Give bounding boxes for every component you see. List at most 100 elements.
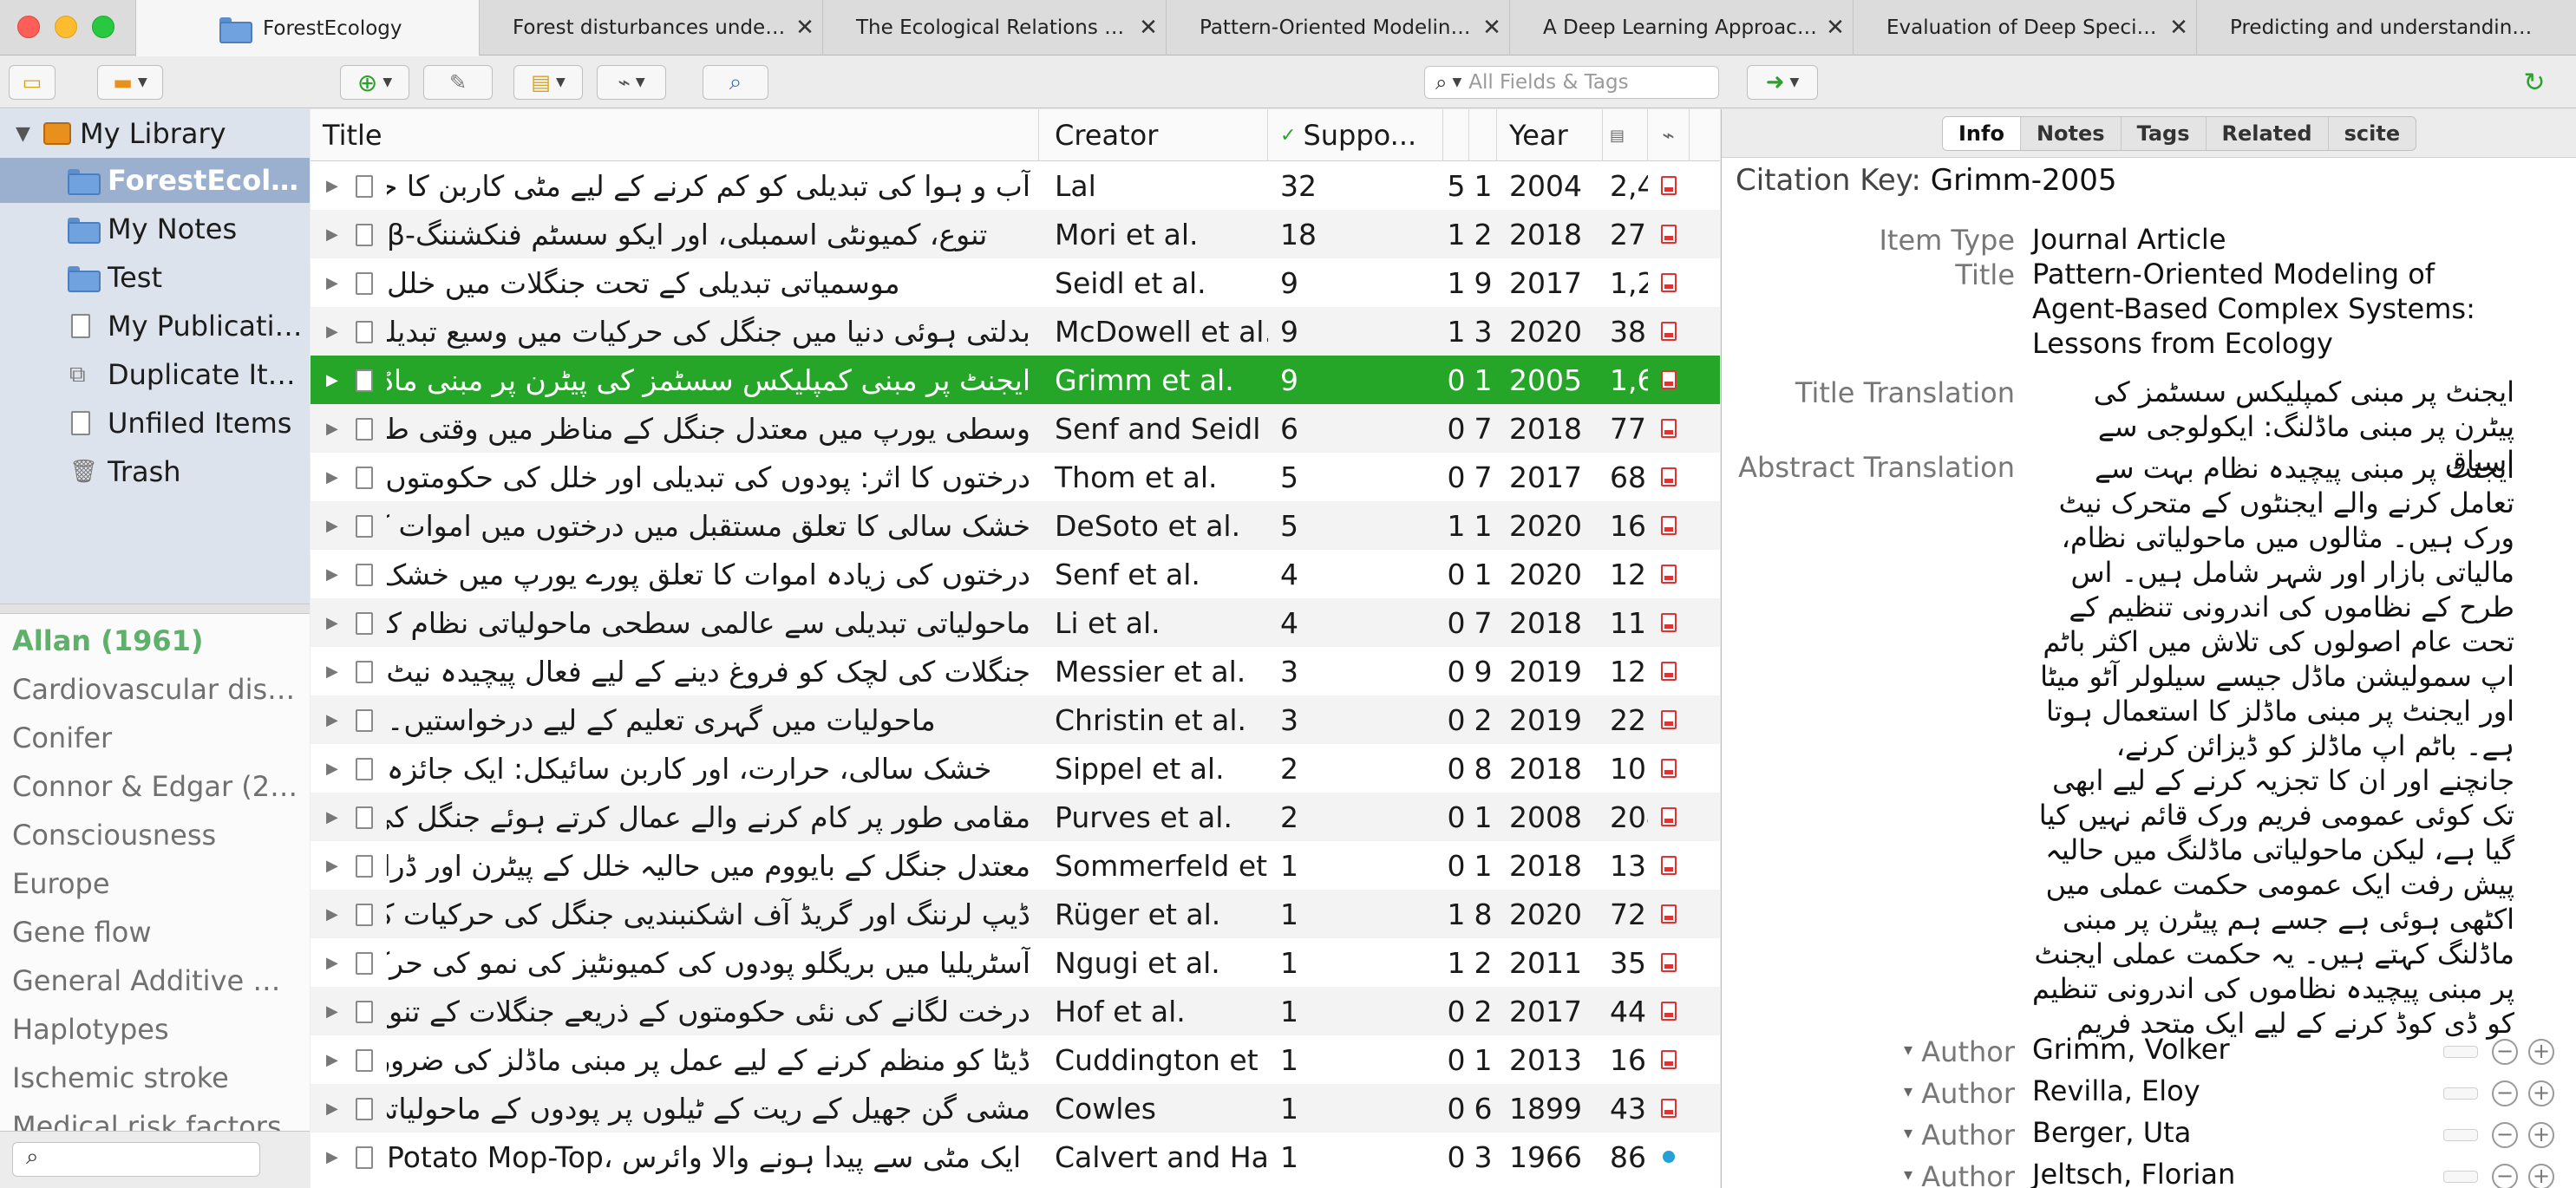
remove-author-button[interactable]: − xyxy=(2492,1122,2518,1148)
collection-item-forestecology[interactable]: ForestEcology xyxy=(0,158,310,203)
table-row[interactable]: ▶ ایجنٹ پر مبنی کمپلیکس سسٹمز کی پیٹرن پر… xyxy=(311,356,1720,404)
tab-related[interactable]: Related xyxy=(2207,117,2329,150)
expand-icon[interactable]: ▶ xyxy=(326,954,338,972)
table-row[interactable]: ▶ مقامی طور پر کام کرنے والے عمال کرتے ہو… xyxy=(311,793,1720,841)
attachment-cell[interactable] xyxy=(1648,501,1690,550)
column-header-creator[interactable]: Creator xyxy=(1039,109,1268,161)
attachment-cell[interactable] xyxy=(1648,307,1690,356)
field-mode-toggle[interactable] xyxy=(2443,1129,2478,1141)
tab-item[interactable]: The Ecological Relations of Roots ✕ xyxy=(822,0,1166,55)
pane-splitter[interactable] xyxy=(0,604,310,614)
column-header-mentioning[interactable] xyxy=(1469,109,1497,161)
collection-item-my-notes[interactable]: My Notes xyxy=(0,206,310,251)
my-library-row[interactable]: ▼ My Library xyxy=(0,111,310,156)
expand-icon[interactable]: ▶ xyxy=(326,323,338,341)
collection-item-unfiled-items[interactable]: Unfiled Items xyxy=(0,401,310,446)
expand-icon[interactable]: ▶ xyxy=(326,1002,338,1021)
minimize-window-button[interactable] xyxy=(55,16,77,38)
remove-author-button[interactable]: − xyxy=(2492,1080,2518,1106)
attachment-cell[interactable] xyxy=(1648,1084,1690,1133)
pdf-icon[interactable] xyxy=(1661,225,1677,244)
pdf-icon[interactable] xyxy=(1661,1099,1677,1118)
tab-item[interactable]: Predicting and understanding forest dyna… xyxy=(2196,0,2576,55)
attachment-cell[interactable] xyxy=(1648,938,1690,987)
expand-icon[interactable]: ▶ xyxy=(326,517,338,535)
table-row[interactable]: ▶ ماحولیاتی تبدیلی سے عالمی سطحی ماحولیات… xyxy=(311,598,1720,647)
attachment-cell[interactable] xyxy=(1648,453,1690,501)
title-value[interactable]: Pattern-Oriented Modeling of Agent-Based… xyxy=(2032,257,2518,361)
close-icon[interactable]: ✕ xyxy=(1818,15,1853,41)
pdf-icon[interactable] xyxy=(1661,1002,1677,1021)
pdf-icon[interactable] xyxy=(1661,565,1677,584)
expand-icon[interactable]: ▶ xyxy=(326,274,338,292)
expand-icon[interactable]: ▶ xyxy=(326,565,338,584)
expand-icon[interactable]: ▶ xyxy=(326,905,338,924)
column-header-contrasting[interactable] xyxy=(1443,109,1469,161)
pdf-icon[interactable] xyxy=(1661,662,1677,681)
pdf-icon[interactable] xyxy=(1661,516,1677,535)
tab-tags[interactable]: Tags xyxy=(2122,117,2207,150)
locate-button[interactable]: ⌕ xyxy=(703,65,768,100)
remove-author-button[interactable]: − xyxy=(2492,1039,2518,1065)
close-window-button[interactable] xyxy=(17,16,40,38)
pdf-icon[interactable] xyxy=(1661,370,1677,389)
add-author-button[interactable]: + xyxy=(2528,1039,2554,1065)
tag-item[interactable]: Consciousness xyxy=(12,819,298,852)
collection-item-trash[interactable]: 🗑 Trash xyxy=(0,449,310,494)
table-row[interactable]: ▶ ماحولیات میں گہری تعلیم کے لیے درخواستی… xyxy=(311,695,1720,744)
attachment-cell[interactable] xyxy=(1648,890,1690,938)
add-by-identifier-button[interactable]: ✎ xyxy=(423,65,493,100)
expand-icon[interactable]: ▶ xyxy=(326,857,338,875)
abstract-translation-value[interactable]: ایجنٹ پر مبنی پیچیدہ نظام بہت سے تعامل ک… xyxy=(2032,451,2514,1044)
add-author-button[interactable]: + xyxy=(2528,1164,2554,1188)
table-row[interactable]: ▶ β-تنوع، کمیونٹی اسمبلی، اور ایکو سسٹم ف… xyxy=(311,210,1720,258)
add-author-button[interactable]: + xyxy=(2528,1080,2554,1106)
sync-icon[interactable]: ↻ xyxy=(2520,69,2549,98)
attachment-cell[interactable] xyxy=(1648,987,1690,1035)
add-author-button[interactable]: + xyxy=(2528,1122,2554,1148)
collection-item-test[interactable]: Test xyxy=(0,255,310,300)
table-row[interactable]: ▶ درختوں کی زیادہ اموات کا تعلق پورے یورپ… xyxy=(311,550,1720,598)
attachment-cell[interactable] xyxy=(1648,598,1690,647)
remove-author-button[interactable]: − xyxy=(2492,1164,2518,1188)
table-row[interactable]: ▶ درخت لگانے کی نئی حکومتوں کے ذریعے جنگل… xyxy=(311,987,1720,1035)
close-icon[interactable]: ✕ xyxy=(1474,15,1509,41)
expand-icon[interactable]: ▶ xyxy=(326,468,338,486)
chevron-down-icon[interactable]: ▼ xyxy=(16,123,30,145)
attachment-cell[interactable] xyxy=(1648,550,1690,598)
pdf-icon[interactable] xyxy=(1661,953,1677,972)
tag-item[interactable]: Conifer xyxy=(12,721,298,754)
table-row[interactable]: ▶ وسطی یورپ میں معتدل جنگل کے مناظر میں و… xyxy=(311,404,1720,453)
pdf-icon[interactable] xyxy=(1661,710,1677,729)
column-header-attachments[interactable]: ⌁ xyxy=(1648,109,1690,161)
pdf-icon[interactable] xyxy=(1661,419,1677,438)
pdf-icon[interactable] xyxy=(1661,807,1677,826)
tag-item[interactable]: Haplotypes xyxy=(12,1013,298,1046)
expand-icon[interactable]: ▶ xyxy=(326,760,338,778)
attachment-cell[interactable] xyxy=(1648,258,1690,307)
close-icon[interactable]: ✕ xyxy=(1131,15,1166,41)
search-input[interactable]: All Fields & Tags xyxy=(1468,71,1628,94)
pdf-icon[interactable] xyxy=(1661,856,1677,875)
expand-icon[interactable]: ▶ xyxy=(326,663,338,681)
table-row[interactable]: ▶ Potato Mop-Top، ایک مٹی سے پیدا ہونے وا… xyxy=(311,1133,1720,1181)
close-icon[interactable]: ✕ xyxy=(2161,15,2196,41)
author-label[interactable]: Author xyxy=(1722,1077,2015,1110)
tag-item[interactable]: Europe xyxy=(12,867,298,900)
field-mode-toggle[interactable] xyxy=(2443,1171,2478,1183)
attachment-cell[interactable] xyxy=(1648,841,1690,890)
author-label[interactable]: Author xyxy=(1722,1160,2015,1188)
new-library-button[interactable]: ▬ ▼ xyxy=(97,65,163,100)
new-note-button[interactable]: ▤ ▼ xyxy=(513,65,583,100)
expand-icon[interactable]: ▶ xyxy=(326,614,338,632)
table-row[interactable]: ▶ خشک سالی کا تعلق مستقبل میں درختوں میں … xyxy=(311,501,1720,550)
tag-filter-input[interactable] xyxy=(12,1142,260,1177)
collection-item-duplicate-items[interactable]: ⧉ Duplicate Items xyxy=(0,352,310,397)
attach-button[interactable]: ⌁ ▼ xyxy=(597,65,666,100)
tab-item[interactable]: Evaluation of Deep Species Distribution … xyxy=(1853,0,2196,55)
item-type-value[interactable]: Journal Article xyxy=(2032,222,2518,257)
column-header-count[interactable]: ▤ xyxy=(1603,109,1648,161)
tag-item[interactable]: Allan (1961) xyxy=(12,624,298,657)
tab-item[interactable]: Forest disturbances under climate change… xyxy=(479,0,822,55)
pdf-icon[interactable] xyxy=(1661,467,1677,486)
